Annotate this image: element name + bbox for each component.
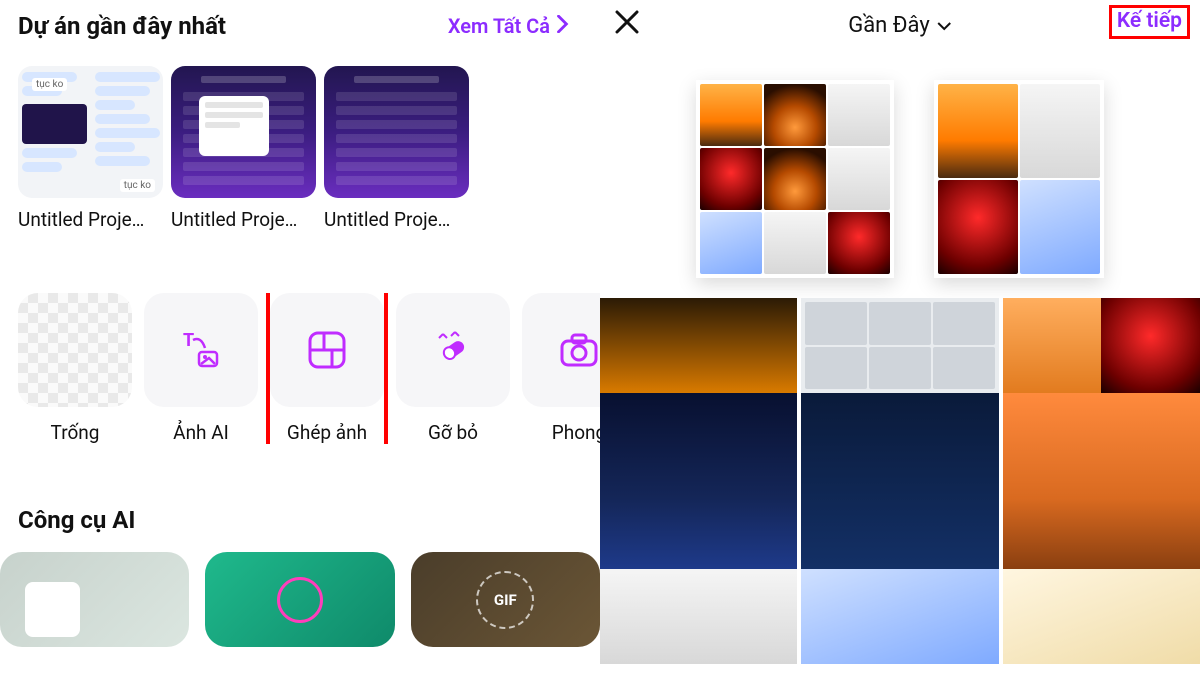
close-button[interactable] xyxy=(614,8,640,43)
tool-ai-image[interactable]: T Ảnh AI xyxy=(144,293,258,444)
chevron-right-icon xyxy=(556,14,570,38)
gif-badge: GIF xyxy=(476,571,534,629)
ai-tools-title: Công cụ AI xyxy=(18,506,600,534)
featured-collages-row xyxy=(600,80,1200,278)
tool-style[interactable]: Phong xyxy=(522,293,600,444)
project-item[interactable]: Untitled Proje… xyxy=(171,66,316,231)
album-label: Gần Đây xyxy=(848,13,930,38)
tool-collage[interactable]: Ghép ảnh xyxy=(270,293,384,444)
gallery-item[interactable] xyxy=(801,298,998,393)
thumb-tag: tục ko xyxy=(32,78,67,91)
blank-icon xyxy=(18,293,132,407)
editor-home-pane: Dự án gần đây nhất Xem Tất Cả tụ xyxy=(0,0,600,675)
collage-icon xyxy=(270,293,384,407)
gallery-item[interactable] xyxy=(801,393,998,569)
project-thumbnail xyxy=(171,66,316,198)
project-name: Untitled Proje… xyxy=(324,208,469,231)
ai-card-gif[interactable]: GIF xyxy=(411,552,600,647)
ai-tools-row: GIF xyxy=(0,552,600,647)
create-tools-row: Trống T Ảnh AI xyxy=(18,293,600,444)
photo-picker-pane: Gần Đây Kế tiếp xyxy=(600,0,1200,675)
recent-projects-title: Dự án gần đây nhất xyxy=(18,12,226,40)
next-button[interactable]: Kế tiếp xyxy=(1109,5,1190,39)
ai-text-to-image-icon: T xyxy=(144,293,258,407)
ai-card[interactable] xyxy=(205,552,394,647)
close-icon xyxy=(614,9,640,35)
thumb-tag: tục ko xyxy=(120,179,155,192)
album-selector[interactable]: Gần Đây xyxy=(848,13,952,38)
view-all-label: Xem Tất Cả xyxy=(448,14,550,38)
gallery-item[interactable] xyxy=(934,80,1104,278)
tool-label: Ảnh AI xyxy=(173,421,229,444)
camera-icon xyxy=(522,293,600,407)
gallery-item[interactable] xyxy=(801,569,998,664)
tool-remove[interactable]: Gỡ bỏ xyxy=(396,293,510,444)
project-item[interactable]: Untitled Proje… xyxy=(324,66,469,231)
svg-text:T: T xyxy=(183,330,194,351)
project-item[interactable]: tục ko tục ko Untitled Proje… xyxy=(18,66,163,231)
ai-card[interactable] xyxy=(0,552,189,647)
gallery-grid xyxy=(600,569,1200,664)
gallery-grid xyxy=(600,393,1200,569)
gallery-item[interactable] xyxy=(1003,393,1200,569)
project-thumbnail: tục ko tục ko xyxy=(18,66,163,198)
chevron-down-icon xyxy=(936,13,952,38)
gallery-item[interactable] xyxy=(600,298,797,393)
view-all-button[interactable]: Xem Tất Cả xyxy=(448,14,570,38)
gallery-item[interactable] xyxy=(1003,298,1200,393)
gallery-grid xyxy=(600,298,1200,393)
next-label: Kế tiếp xyxy=(1117,9,1182,33)
photo-gallery xyxy=(600,50,1200,675)
recent-projects-row: tục ko tục ko Untitled Proje… Untitled P… xyxy=(18,66,600,231)
gallery-item[interactable] xyxy=(1003,569,1200,664)
eraser-icon xyxy=(396,293,510,407)
recent-projects-header: Dự án gần đây nhất Xem Tất Cả xyxy=(18,12,600,40)
gallery-item[interactable] xyxy=(696,80,894,278)
gallery-item[interactable] xyxy=(600,569,797,664)
picker-header: Gần Đây Kế tiếp xyxy=(600,0,1200,50)
tool-label: Ghép ảnh xyxy=(287,421,367,444)
tool-label: Trống xyxy=(51,421,100,444)
project-name: Untitled Proje… xyxy=(171,208,316,231)
project-thumbnail xyxy=(324,66,469,198)
tool-label: Phong xyxy=(552,421,600,444)
project-name: Untitled Proje… xyxy=(18,208,163,231)
tool-label: Gỡ bỏ xyxy=(428,421,478,444)
gallery-item[interactable] xyxy=(600,393,797,569)
tool-blank[interactable]: Trống xyxy=(18,293,132,444)
